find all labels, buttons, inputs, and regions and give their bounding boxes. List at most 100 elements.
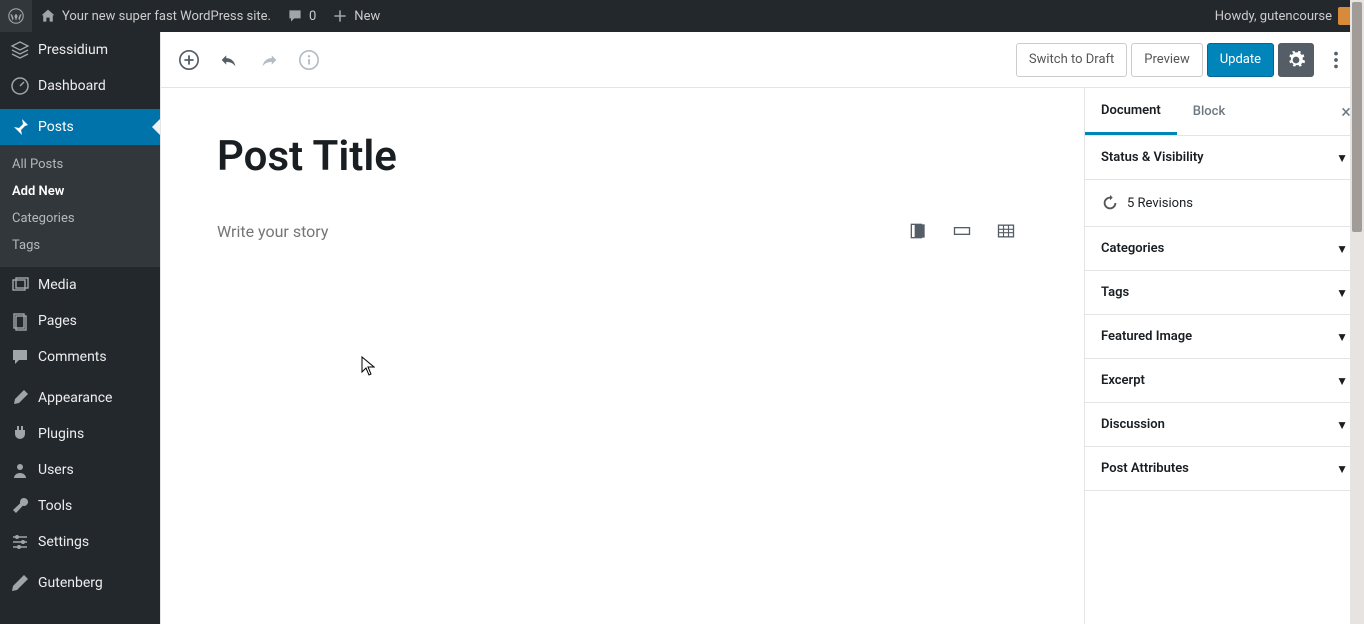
rectangle-icon — [952, 221, 972, 241]
pencil-icon — [10, 573, 30, 593]
sidebar-item-posts[interactable]: Posts — [0, 109, 160, 145]
revisions-text: 5 Revisions — [1127, 196, 1193, 211]
panel-post-attributes[interactable]: Post Attributes ▼ — [1085, 447, 1364, 491]
user-icon — [10, 460, 30, 480]
insert-table-button[interactable] — [994, 219, 1018, 243]
media-icon — [10, 275, 30, 295]
sidebar-item-pages[interactable]: Pages — [0, 303, 160, 339]
image-icon — [908, 221, 928, 241]
sidebar-item-tools[interactable]: Tools — [0, 488, 160, 524]
panel-label: Excerpt — [1101, 373, 1145, 388]
sidebar-item-plugins[interactable]: Plugins — [0, 416, 160, 452]
admin-bar: Your new super fast WordPress site. 0 Ne… — [0, 0, 1364, 32]
panel-featured-image[interactable]: Featured Image ▼ — [1085, 315, 1364, 359]
chevron-down-icon: ▼ — [1336, 374, 1348, 388]
howdy-text: Howdy, gutencourse — [1215, 9, 1332, 24]
undo-button[interactable] — [211, 42, 247, 78]
post-title-input[interactable] — [217, 128, 857, 185]
plus-icon — [332, 8, 348, 24]
sidebar-item-gutenberg[interactable]: Gutenberg — [0, 565, 160, 601]
story-placeholder-input[interactable] — [217, 222, 906, 241]
os-scrollbar[interactable] — [1350, 0, 1364, 624]
chevron-down-icon: ▼ — [1336, 418, 1348, 432]
panel-label: Discussion — [1101, 417, 1165, 432]
insert-embed-button[interactable] — [950, 219, 974, 243]
howdy-link[interactable]: Howdy, gutencourse — [1207, 0, 1364, 32]
redo-icon — [258, 49, 280, 71]
panel-excerpt[interactable]: Excerpt ▼ — [1085, 359, 1364, 403]
update-button[interactable]: Update — [1207, 43, 1274, 77]
new-label: New — [354, 9, 380, 24]
chevron-down-icon: ▼ — [1336, 242, 1348, 256]
add-block-button[interactable] — [171, 42, 207, 78]
sidebar-item-label: Pages — [38, 313, 77, 329]
posts-submenu: All Posts Add New Categories Tags — [0, 145, 160, 267]
panel-tags[interactable]: Tags ▼ — [1085, 271, 1364, 315]
chevron-down-icon: ▼ — [1336, 462, 1348, 476]
sidebar-item-label: Gutenberg — [38, 575, 103, 591]
tab-block[interactable]: Block — [1177, 88, 1241, 135]
sidebar-item-label: Appearance — [38, 390, 112, 406]
panel-label: Tags — [1101, 285, 1129, 300]
sidebar-item-label: Users — [38, 462, 74, 478]
home-icon — [40, 8, 56, 24]
comments-link[interactable]: 0 — [279, 0, 324, 32]
scrollbar-thumb[interactable] — [1352, 2, 1362, 232]
sidebar-item-media[interactable]: Media — [0, 267, 160, 303]
plug-icon — [10, 424, 30, 444]
brush-icon — [10, 388, 30, 408]
sidebar-item-label: Media — [38, 277, 77, 293]
new-link[interactable]: New — [324, 0, 388, 32]
more-vertical-icon — [1325, 49, 1347, 71]
sidebar-item-label: Settings — [38, 534, 89, 550]
panel-status-visibility[interactable]: Status & Visibility ▼ — [1085, 136, 1364, 180]
insert-image-button[interactable] — [906, 219, 930, 243]
chevron-down-icon: ▼ — [1336, 330, 1348, 344]
sidebar-item-label: Comments — [38, 349, 107, 365]
more-menu-button[interactable] — [1318, 42, 1354, 78]
comments-count: 0 — [309, 9, 316, 24]
preview-button[interactable]: Preview — [1131, 43, 1202, 77]
history-icon — [1101, 194, 1119, 212]
sidebar-subitem-addnew[interactable]: Add New — [0, 178, 160, 205]
sidebar-item-label: Pressidium — [38, 42, 108, 58]
sidebar-item-label: Plugins — [38, 426, 84, 442]
info-button[interactable] — [291, 42, 327, 78]
wrench-icon — [10, 496, 30, 516]
chevron-down-icon: ▼ — [1336, 286, 1348, 300]
switch-draft-button[interactable]: Switch to Draft — [1016, 43, 1127, 77]
wp-logo[interactable] — [0, 0, 32, 32]
plus-circle-icon — [178, 49, 200, 71]
cursor-icon — [361, 356, 375, 376]
sidebar-item-settings[interactable]: Settings — [0, 524, 160, 560]
undo-icon — [218, 49, 240, 71]
editor-canvas[interactable] — [161, 88, 1084, 624]
dashboard-icon — [10, 76, 30, 96]
sliders-icon — [10, 532, 30, 552]
admin-sidebar: Pressidium Dashboard Posts All Posts Add… — [0, 32, 160, 624]
page-icon — [10, 311, 30, 331]
panel-revisions[interactable]: 5 Revisions — [1085, 180, 1364, 227]
host-icon — [10, 40, 30, 60]
site-link[interactable]: Your new super fast WordPress site. — [32, 0, 279, 32]
gear-icon — [1286, 50, 1306, 70]
panel-label: Categories — [1101, 241, 1164, 256]
sidebar-subitem-categories[interactable]: Categories — [0, 205, 160, 232]
redo-button[interactable] — [251, 42, 287, 78]
settings-toggle-button[interactable] — [1278, 43, 1314, 77]
site-name: Your new super fast WordPress site. — [62, 9, 271, 24]
sidebar-item-comments[interactable]: Comments — [0, 339, 160, 375]
panel-label: Post Attributes — [1101, 461, 1189, 476]
tab-document[interactable]: Document — [1085, 88, 1177, 135]
sidebar-item-pressidium[interactable]: Pressidium — [0, 32, 160, 68]
info-icon — [298, 49, 320, 71]
panel-label: Status & Visibility — [1101, 150, 1204, 165]
sidebar-item-label: Posts — [38, 119, 74, 135]
sidebar-item-dashboard[interactable]: Dashboard — [0, 68, 160, 104]
sidebar-subitem-tags[interactable]: Tags — [0, 232, 160, 259]
sidebar-subitem-allposts[interactable]: All Posts — [0, 151, 160, 178]
panel-categories[interactable]: Categories ▼ — [1085, 227, 1364, 271]
sidebar-item-appearance[interactable]: Appearance — [0, 380, 160, 416]
sidebar-item-users[interactable]: Users — [0, 452, 160, 488]
panel-discussion[interactable]: Discussion ▼ — [1085, 403, 1364, 447]
